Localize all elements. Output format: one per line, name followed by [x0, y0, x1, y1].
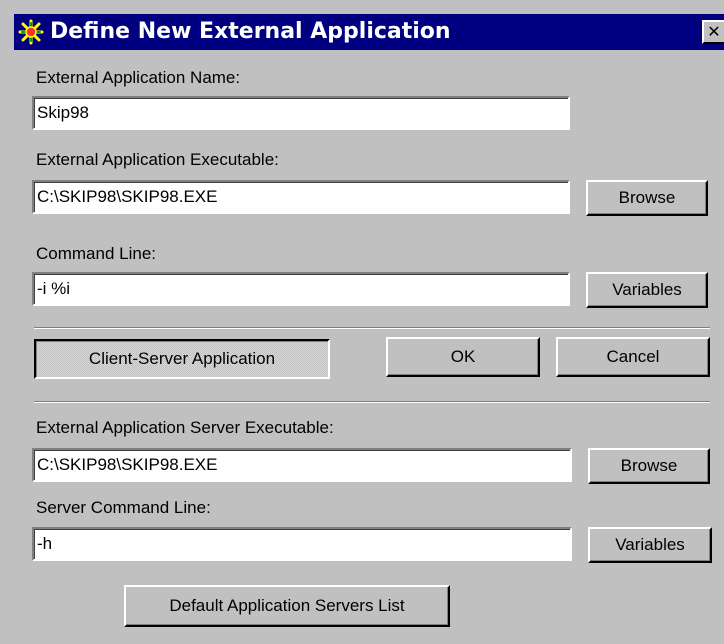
server-command-line-input[interactable] [37, 531, 567, 557]
server-command-line-label: Server Command Line: [36, 498, 211, 517]
cancel-button[interactable]: Cancel [556, 337, 710, 377]
app-executable-input[interactable] [37, 184, 565, 210]
server-executable-field[interactable] [32, 448, 572, 482]
command-line-input[interactable] [37, 276, 565, 302]
command-line-label: Command Line: [36, 244, 157, 263]
dialog-title: Define New External Application [50, 19, 451, 44]
app-gear-icon [18, 19, 44, 45]
browse-executable-button[interactable]: Browse [586, 180, 708, 216]
app-name-field[interactable] [32, 96, 570, 130]
variables-button[interactable]: Variables [586, 272, 708, 308]
separator-bottom [34, 401, 710, 403]
command-line-field[interactable] [32, 272, 570, 306]
separator-top [34, 327, 710, 329]
server-executable-label: External Application Server Executable: [36, 418, 334, 437]
default-servers-list-button[interactable]: Default Application Servers List [124, 585, 450, 627]
server-variables-button[interactable]: Variables [588, 527, 712, 563]
app-name-input[interactable] [37, 100, 565, 126]
title-bar[interactable]: Define New External Application ✕ [14, 14, 724, 50]
close-icon: ✕ [707, 22, 721, 41]
app-name-label: External Application Name: [36, 68, 241, 87]
ok-button[interactable]: OK [386, 337, 540, 377]
client-server-toggle-button[interactable]: Client-Server Application [34, 339, 330, 379]
app-executable-label: External Application Executable: [36, 150, 279, 169]
browse-server-executable-button[interactable]: Browse [588, 448, 710, 484]
server-command-line-field[interactable] [32, 527, 572, 561]
server-executable-input[interactable] [37, 452, 567, 478]
app-executable-field[interactable] [32, 180, 570, 214]
close-button[interactable]: ✕ [702, 20, 724, 44]
define-external-application-dialog: Define New External Application ✕ Extern… [0, 0, 724, 644]
